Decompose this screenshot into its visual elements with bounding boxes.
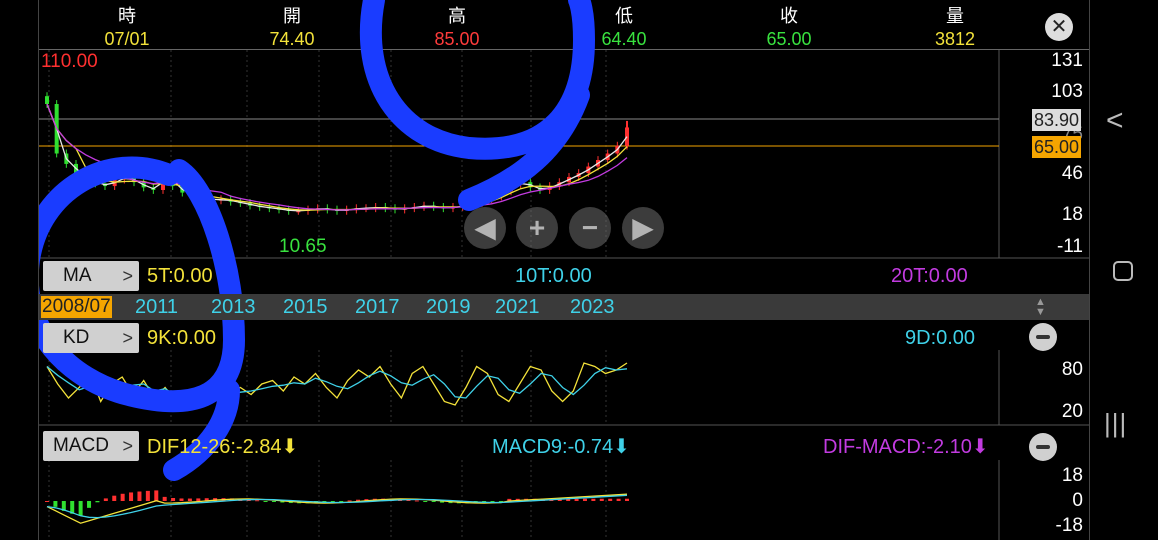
macd-histogram-bar	[129, 492, 134, 501]
macd-histogram-bar	[591, 498, 596, 501]
ma-button-label: MA	[63, 265, 92, 286]
macd-histogram-bar	[599, 498, 604, 501]
macd-histogram-bar	[95, 501, 100, 503]
arrow-down-icon: ⬇	[613, 436, 630, 458]
timeline-year: 2017	[355, 296, 400, 318]
timeline-year: 2011	[135, 296, 179, 318]
macd-histogram-bar	[187, 498, 192, 501]
triangle-left-icon: ◀	[474, 212, 496, 243]
zoom-in-button[interactable]: +	[516, 207, 558, 249]
minus-icon: −	[581, 212, 599, 243]
ma-20t-value: 20T:0.00	[891, 265, 968, 287]
macd-histogram-bar	[431, 501, 436, 502]
zoom-out-button[interactable]: −	[569, 207, 611, 249]
timeline-year: 2021	[495, 296, 540, 318]
macd-histogram-bar	[45, 501, 49, 502]
timeline-year: 2019	[426, 296, 471, 318]
ma-10t-value: 10T:0.00	[515, 265, 592, 287]
macd-dif-value: DIF12-26:-2.84⬇	[147, 435, 298, 459]
chevron-right-icon: >	[122, 266, 133, 286]
macd-diff-value: DIF-MACD:-2.10⬇	[823, 435, 989, 459]
macd-histogram-bar	[582, 498, 587, 501]
macd-indicator-button[interactable]: MACD >	[43, 431, 139, 461]
macd-histogram-bar	[179, 498, 184, 501]
timeline-year: 2013	[211, 296, 256, 318]
timeline-scrollbar[interactable]: 2008/07 2011 2013 2015 2017 2019 2021 20…	[39, 294, 1089, 320]
timeline-year: 2023	[570, 296, 615, 318]
chevron-right-icon: >	[122, 328, 133, 348]
macd-histogram-bar	[137, 491, 142, 501]
macd-histogram-bar	[414, 500, 419, 502]
macd-histogram-bar	[87, 501, 92, 508]
macd-axis-tick: 0	[1072, 490, 1083, 511]
kd-9d-value: 9D:0.00	[905, 327, 976, 349]
price-min-label: 10.65	[279, 236, 327, 257]
macd-histogram-bar	[625, 498, 629, 501]
macd-histogram-bar	[120, 493, 125, 501]
macd-histogram-bar	[574, 498, 579, 501]
scroll-left-button[interactable]: ◀	[464, 207, 506, 249]
macd-histogram-bar	[154, 490, 159, 501]
macd-9-value: MACD9:-0.74⬇	[492, 435, 630, 459]
macd-axis-tick: 18	[1061, 465, 1083, 486]
macd-histogram-bar	[103, 498, 108, 501]
macd-histogram-bar	[162, 496, 167, 501]
back-icon[interactable]: <	[1106, 104, 1124, 138]
macd-histogram-bar	[263, 501, 268, 502]
freehand-annotation-stroke	[359, 0, 595, 211]
price-axis-tick: 131	[1051, 50, 1083, 71]
macd-9-text: MACD9:-0.74	[492, 436, 614, 458]
resize-updown-icon[interactable]: ▲ ▼	[1035, 297, 1046, 318]
kd-axis-tick: 20	[1061, 401, 1083, 422]
macd-dif-text: DIF12-26:-2.84	[147, 436, 282, 458]
price-axis-tick: 46	[1061, 163, 1083, 184]
candle-body	[45, 96, 49, 104]
macd-button-label: MACD	[53, 435, 109, 456]
kd-9k-value: 9K:0.00	[147, 327, 216, 349]
timeline-year: 2015	[283, 296, 328, 318]
triangle-right-icon: ▶	[632, 212, 654, 243]
price-max-label: 110.00	[41, 51, 98, 72]
kd-indicator-button[interactable]: KD >	[43, 323, 139, 353]
macd-histogram-bar	[347, 500, 352, 502]
last-price-badge: 83.90	[1032, 109, 1082, 131]
remove-macd-button[interactable]	[1029, 433, 1057, 461]
system-navigation-bar: < |||	[1090, 0, 1158, 540]
price-axis-tick: 18	[1061, 204, 1083, 225]
timeline-start-date: 2008/07	[41, 296, 112, 318]
macd-histogram-bar	[271, 501, 276, 502]
close-price-badge: 65.00	[1032, 136, 1082, 158]
scroll-right-button[interactable]: ▶	[622, 207, 664, 249]
ma-5t-value: 5T:0.00	[147, 265, 213, 287]
stock-chart-app: 時 07/01 開 74.40 高 85.00 低 64.40 收 65.00 …	[38, 0, 1090, 540]
remove-kd-button[interactable]	[1029, 323, 1057, 351]
macd-histogram-bar	[112, 495, 117, 501]
macd-histogram-bar	[255, 500, 260, 502]
macd-histogram-bar	[145, 490, 150, 501]
arrow-down-icon: ⬇	[281, 436, 299, 458]
macd-histogram-bar	[608, 498, 613, 501]
home-icon[interactable]	[1113, 261, 1133, 281]
macd-histogram-bar	[53, 501, 58, 507]
kd-axis-tick: 80	[1061, 359, 1083, 380]
macd-histogram-bar	[171, 498, 176, 501]
recent-apps-icon[interactable]: |||	[1104, 408, 1127, 439]
macd-diff-text: DIF-MACD:-2.10	[823, 436, 972, 458]
macd-axis-tick: -18	[1055, 515, 1083, 536]
macd-histogram-bar	[423, 501, 428, 502]
ma-indicator-button[interactable]: MA >	[43, 261, 139, 291]
price-axis-tick: 103	[1051, 81, 1083, 102]
plus-icon: +	[528, 212, 546, 243]
chevron-right-icon: >	[122, 436, 133, 456]
arrow-down-icon: ⬇	[971, 436, 989, 458]
kd-button-label: KD	[63, 327, 90, 348]
macd-histogram-bar	[616, 498, 621, 501]
macd-histogram-bar	[78, 501, 83, 516]
macd-dif-line	[46, 493, 628, 524]
macd-histogram-bar	[196, 498, 201, 501]
price-axis-tick: -11	[1056, 236, 1083, 257]
